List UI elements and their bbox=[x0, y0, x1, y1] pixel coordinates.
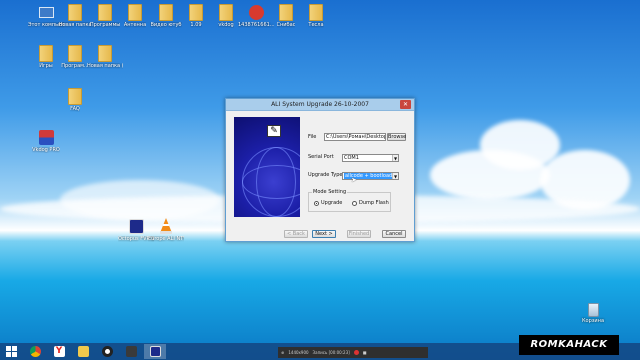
computer-icon bbox=[38, 3, 54, 21]
desktop-icon-folder[interactable]: Тесла bbox=[298, 3, 334, 28]
mode-setting-group: Mode Setting Upgrade Dump Flash bbox=[308, 189, 391, 212]
taskbar-chrome[interactable] bbox=[24, 344, 46, 359]
folder-icon bbox=[218, 3, 234, 21]
vlc-icon bbox=[158, 217, 174, 235]
app-icon bbox=[125, 346, 137, 357]
folder-icon bbox=[97, 3, 113, 21]
mode-dump-label: Dump Flash bbox=[359, 200, 389, 206]
file-explorer-icon bbox=[77, 346, 89, 357]
close-button[interactable]: ✕ bbox=[400, 100, 411, 109]
next-button[interactable]: Next > bbox=[312, 230, 336, 238]
mouse-cursor-icon: ➤ bbox=[351, 176, 357, 184]
taskbar-explorer[interactable] bbox=[72, 344, 94, 359]
folder-icon bbox=[308, 3, 324, 21]
app-icon bbox=[248, 3, 264, 21]
finished-button[interactable]: Finished bbox=[347, 230, 371, 238]
taskbar-recorder[interactable] bbox=[96, 344, 118, 359]
dialog-title: ALI System Upgrade 26-10-2007 bbox=[271, 101, 369, 108]
browse-button[interactable]: Browse bbox=[387, 133, 406, 141]
recorder-toolbar: ⊕ 1440x900 Запись [00:00:23] ■ bbox=[278, 347, 428, 358]
recorder-status: Запись [00:00:23] bbox=[312, 350, 350, 355]
folder-icon bbox=[188, 3, 204, 21]
ali-upgrade-dialog: ALI System Upgrade 26-10-2007 ✕ ✎ File C… bbox=[225, 98, 415, 242]
folder-icon bbox=[127, 3, 143, 21]
desktop-icon-folder[interactable]: Новая папка (2) bbox=[87, 44, 123, 69]
radio-checked-icon bbox=[314, 200, 319, 206]
folder-icon bbox=[67, 3, 83, 21]
mode-setting-legend: Mode Setting bbox=[312, 189, 348, 195]
upgrade-logo-icon: ✎ bbox=[267, 125, 281, 137]
channel-watermark: ROMKAHACK bbox=[519, 335, 619, 355]
folder-icon bbox=[67, 87, 83, 105]
serial-port-label: Serial Port bbox=[308, 154, 334, 160]
folder-icon bbox=[67, 44, 83, 62]
file-label: File bbox=[308, 134, 317, 140]
desktop-icon-vlc[interactable]: Europe ALI NTV bbox=[148, 217, 184, 242]
folder-icon bbox=[97, 44, 113, 62]
file-path-input[interactable]: C:\Users\Роман\Desktop\Eu bbox=[324, 133, 386, 141]
cancel-button[interactable]: Cancel bbox=[382, 230, 406, 238]
zoom-icon[interactable]: ⊕ bbox=[281, 350, 284, 355]
serial-port-value: COM1 bbox=[344, 155, 359, 161]
back-button[interactable]: < Back bbox=[284, 230, 308, 238]
desktop-icon-folder[interactable]: FAQ bbox=[57, 87, 93, 112]
wizard-banner-image: ✎ bbox=[234, 117, 300, 217]
yandex-icon: Y bbox=[53, 346, 65, 357]
record-icon bbox=[101, 346, 113, 357]
chevron-down-icon[interactable]: ▼ bbox=[392, 173, 398, 179]
app-icon bbox=[38, 128, 54, 146]
upgrade-type-label: Upgrade Type bbox=[308, 172, 343, 178]
desktop-icon-recycle-bin[interactable]: Корзина bbox=[578, 303, 608, 324]
stop-icon[interactable]: ■ bbox=[363, 350, 367, 355]
radio-unchecked-icon bbox=[352, 200, 357, 206]
folder-icon bbox=[158, 3, 174, 21]
record-indicator-icon[interactable] bbox=[353, 350, 359, 355]
dialog-titlebar[interactable]: ALI System Upgrade 26-10-2007 ✕ bbox=[226, 99, 414, 111]
taskbar-yandex[interactable]: Y bbox=[48, 344, 70, 359]
chevron-down-icon[interactable]: ▼ bbox=[392, 155, 398, 161]
recorder-resolution: 1440x900 bbox=[288, 350, 309, 355]
chrome-icon bbox=[29, 346, 41, 357]
start-button[interactable] bbox=[0, 344, 22, 359]
folder-icon bbox=[278, 3, 294, 21]
taskbar-app[interactable] bbox=[120, 344, 142, 359]
mode-dump-radio[interactable]: Dump Flash bbox=[352, 200, 389, 206]
upgrade-tool-icon bbox=[149, 346, 161, 357]
recycle-bin-icon bbox=[587, 303, 599, 317]
mode-upgrade-label: Upgrade bbox=[321, 200, 343, 206]
app-icon bbox=[128, 217, 144, 235]
desktop-icon-app[interactable]: Vkdog PRO bbox=[28, 128, 64, 153]
taskbar-ali-upgrade[interactable] bbox=[144, 344, 166, 359]
mode-upgrade-radio[interactable]: Upgrade bbox=[314, 200, 342, 206]
windows-logo-icon bbox=[5, 346, 17, 357]
folder-icon bbox=[38, 44, 54, 62]
serial-port-select[interactable]: COM1 ▼ bbox=[342, 154, 399, 162]
